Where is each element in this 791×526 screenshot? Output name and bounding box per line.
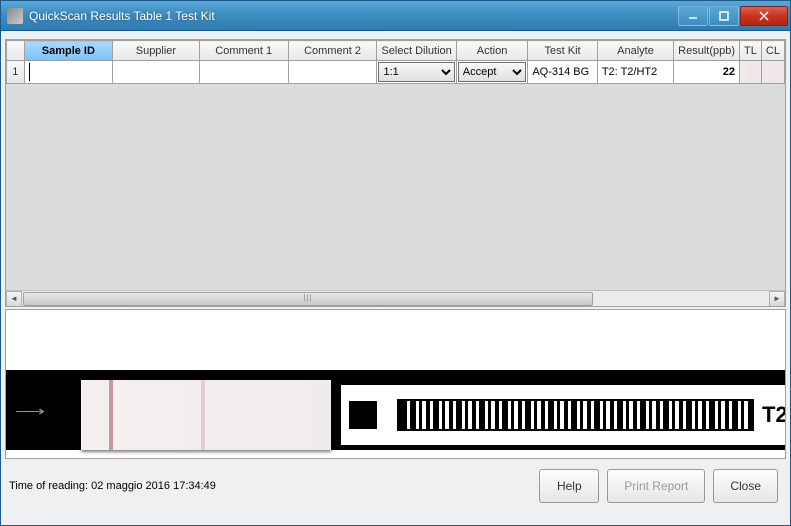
col-comment2[interactable]: Comment 2 <box>288 41 377 61</box>
maximize-icon <box>719 11 729 21</box>
scroll-right-button[interactable]: ► <box>769 291 785 307</box>
scroll-thumb[interactable] <box>23 292 593 306</box>
row-number: 1 <box>7 61 25 84</box>
col-supplier[interactable]: Supplier <box>113 41 200 61</box>
help-button[interactable]: Help <box>539 469 599 503</box>
test-strip-visual <box>81 380 331 450</box>
comment2-input[interactable] <box>293 63 373 81</box>
cell-dilution[interactable]: 1:1 <box>377 61 456 84</box>
barcode-icon <box>397 399 754 431</box>
scan-arrow-icon: ⟶ <box>15 403 45 420</box>
cell-analyte: T2: T2/HT2 <box>597 61 673 84</box>
dilution-select[interactable]: 1:1 <box>378 62 454 82</box>
horizontal-scrollbar[interactable]: ◄ ► <box>6 290 785 306</box>
col-cl[interactable]: CL <box>761 41 784 61</box>
strip-label-text: T2- <box>762 402 786 428</box>
titlebar: QuickScan Results Table 1 Test Kit <box>1 1 790 31</box>
cell-result: 22 <box>674 61 740 84</box>
results-table: Sample ID Supplier Comment 1 Comment 2 S… <box>6 40 785 84</box>
time-of-reading: Time of reading: 02 maggio 2016 17:34:49 <box>9 480 216 492</box>
col-sample-id[interactable]: Sample ID <box>24 41 112 61</box>
col-comment1[interactable]: Comment 1 <box>199 41 288 61</box>
table-row: 1 1:1 <box>7 61 785 84</box>
scan-image-panel: ⟶ T2- <box>5 309 786 459</box>
cell-supplier[interactable] <box>113 61 200 84</box>
barcode-strip: T2- <box>341 385 786 445</box>
close-icon <box>759 11 769 21</box>
cell-comment1[interactable] <box>199 61 288 84</box>
col-result[interactable]: Result(ppb) <box>674 41 740 61</box>
col-select-dilution[interactable]: Select Dilution <box>377 41 456 61</box>
col-tl[interactable]: TL <box>740 41 762 61</box>
cell-tl <box>740 61 762 84</box>
col-action[interactable]: Action <box>456 41 528 61</box>
sample-id-input[interactable] <box>29 63 108 81</box>
cell-cl <box>761 61 784 84</box>
footer-bar: Time of reading: 02 maggio 2016 17:34:49… <box>5 459 786 507</box>
barcode-marker-square <box>349 401 377 429</box>
cell-sample-id[interactable] <box>24 61 112 84</box>
cell-test-kit: AQ-314 BG <box>528 61 597 84</box>
window-title: QuickScan Results Table 1 Test Kit <box>29 9 678 23</box>
minimize-icon <box>688 11 698 21</box>
comment1-input[interactable] <box>204 63 284 81</box>
table-header-row: Sample ID Supplier Comment 1 Comment 2 S… <box>7 41 785 61</box>
maximize-button[interactable] <box>709 6 739 26</box>
close-button[interactable]: Close <box>713 469 778 503</box>
action-select[interactable]: Accept <box>458 62 527 82</box>
window-controls <box>678 6 788 26</box>
content-area: Sample ID Supplier Comment 1 Comment 2 S… <box>1 31 790 525</box>
cell-comment2[interactable] <box>288 61 377 84</box>
col-analyte[interactable]: Analyte <box>597 41 673 61</box>
col-rownum <box>7 41 25 61</box>
scroll-left-button[interactable]: ◄ <box>6 291 22 307</box>
cell-action[interactable]: Accept <box>456 61 528 84</box>
supplier-input[interactable] <box>117 63 195 81</box>
print-report-button[interactable]: Print Report <box>607 469 705 503</box>
app-icon <box>7 8 23 24</box>
close-window-button[interactable] <box>740 6 788 26</box>
minimize-button[interactable] <box>678 6 708 26</box>
results-table-container: Sample ID Supplier Comment 1 Comment 2 S… <box>5 39 786 307</box>
col-test-kit[interactable]: Test Kit <box>528 41 597 61</box>
